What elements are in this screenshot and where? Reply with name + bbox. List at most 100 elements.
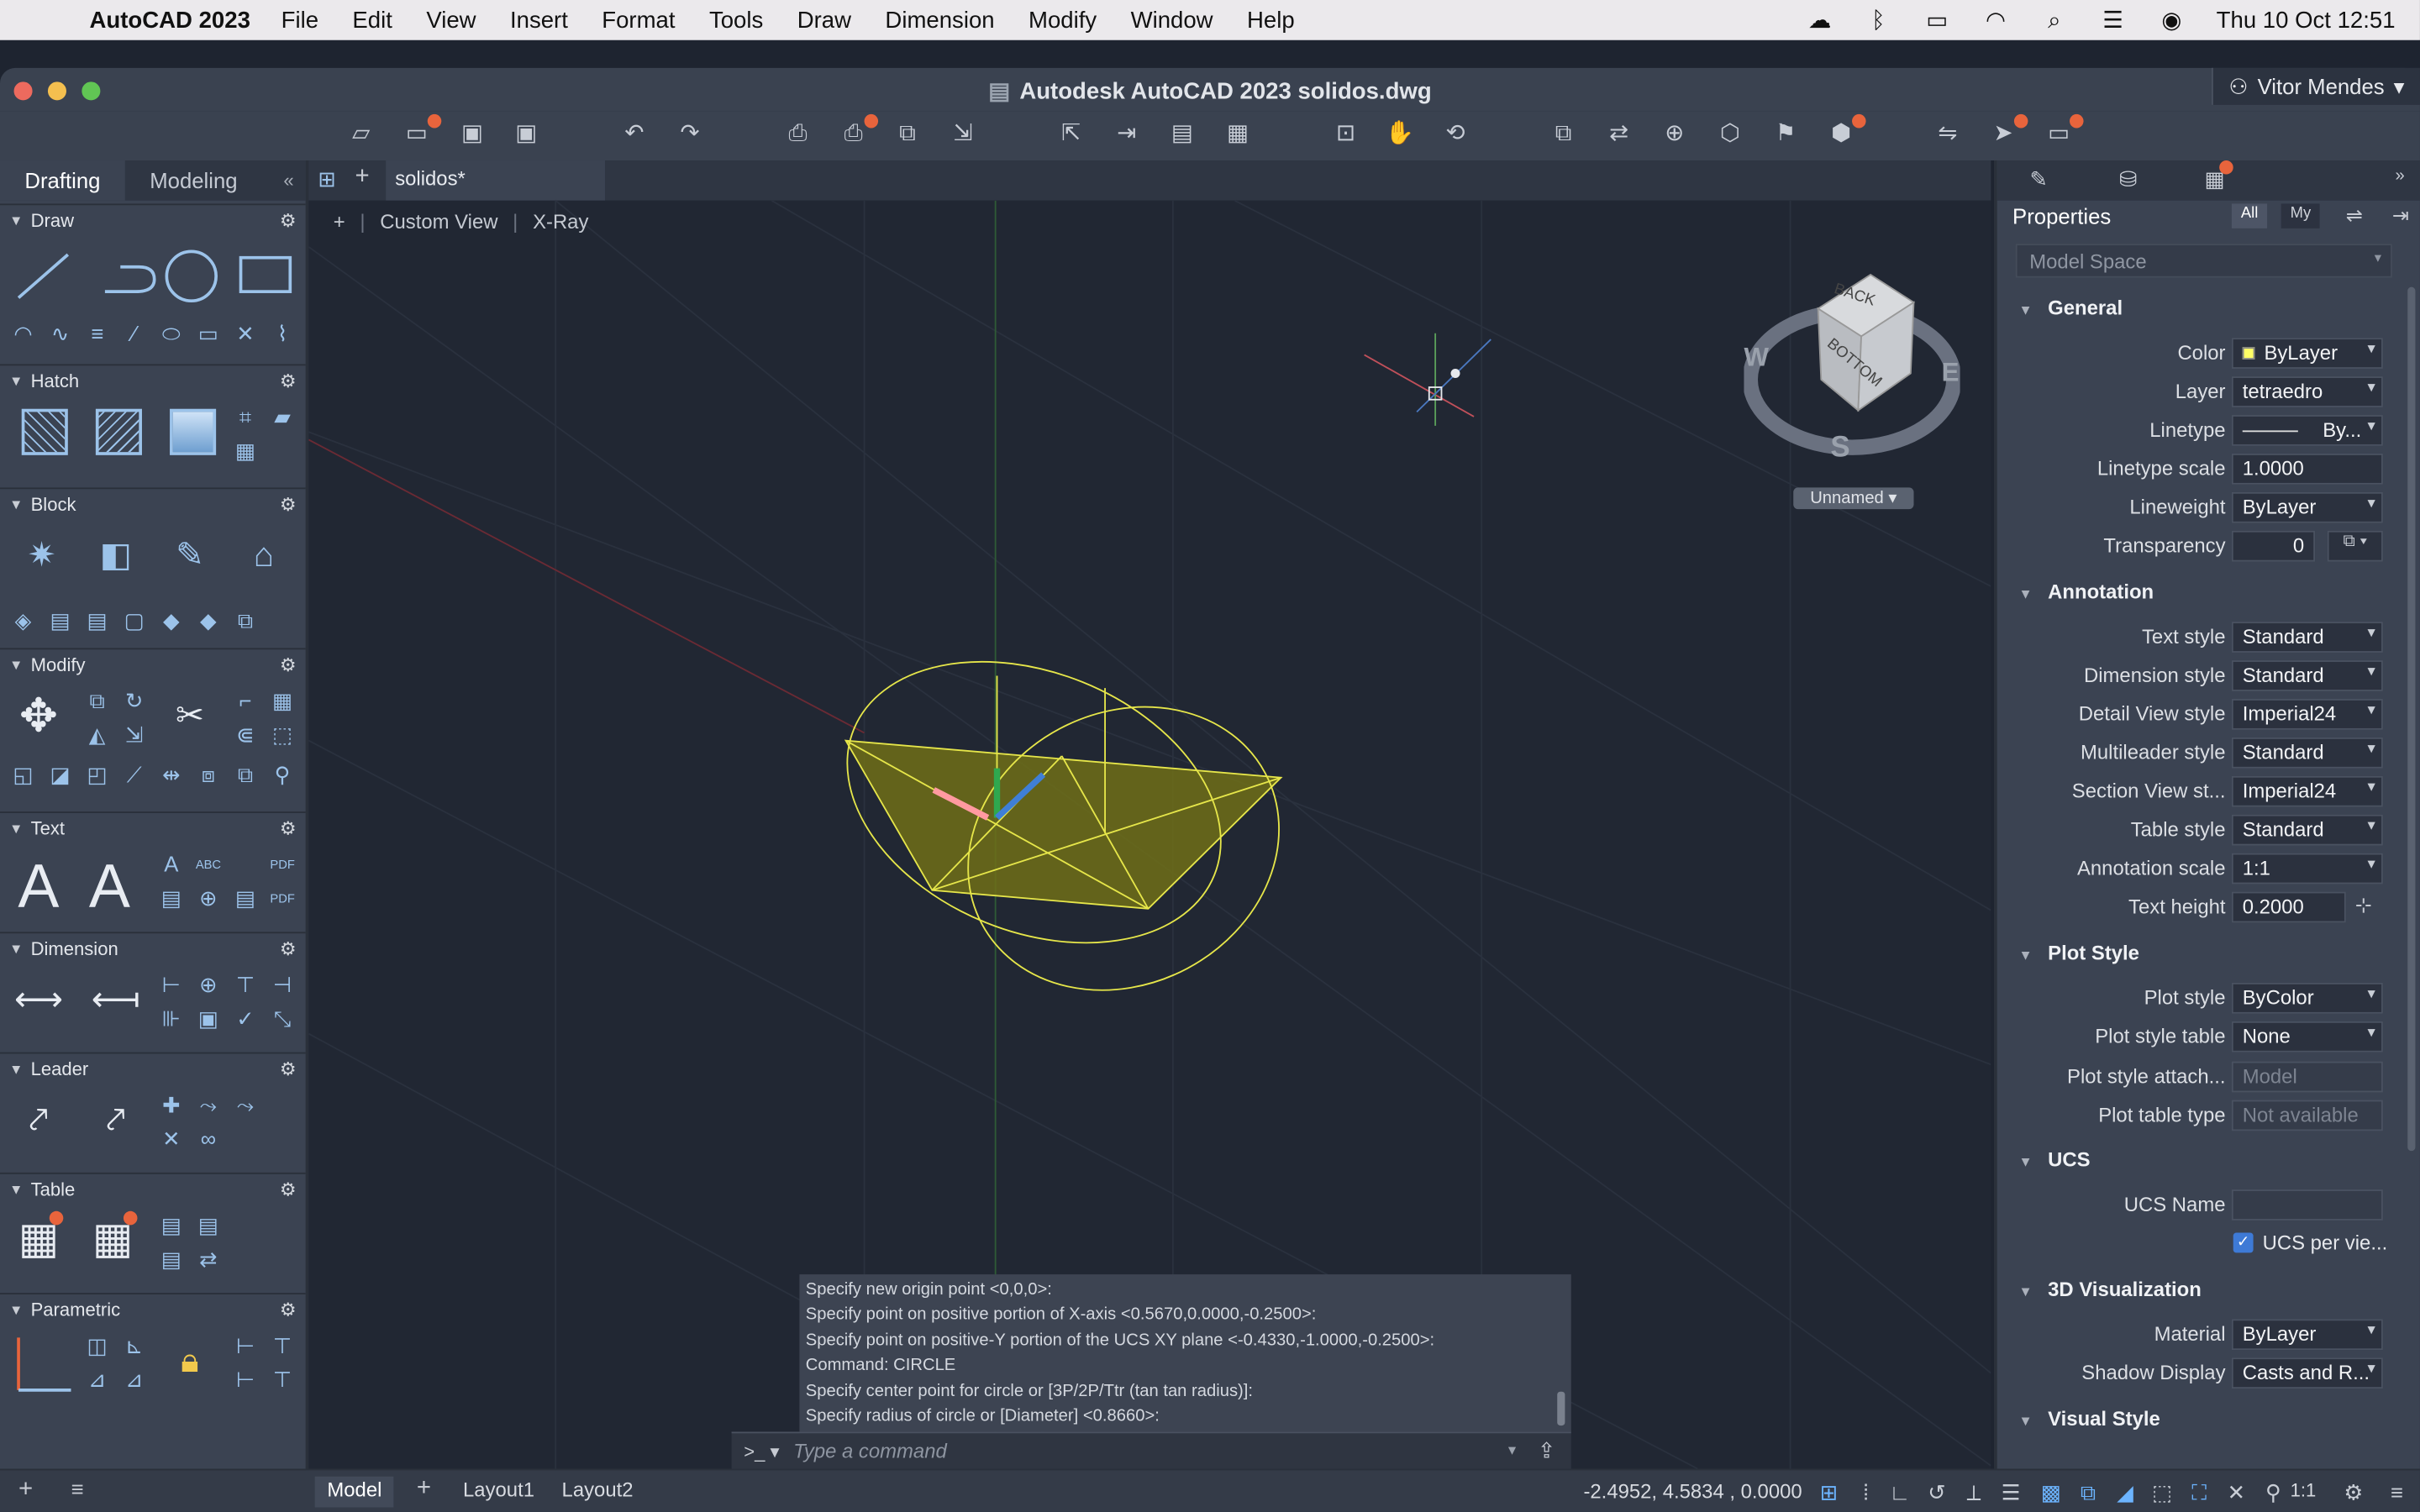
group-general[interactable]: ▼ General (2018, 297, 2123, 320)
properties-scrollbar[interactable] (2407, 286, 2416, 1152)
command-input[interactable]: Type a command (793, 1440, 1508, 1463)
group-annotation[interactable]: ▼ Annotation (2018, 580, 2154, 604)
quick-select-icon[interactable]: ⇌ (2346, 203, 2363, 228)
export-icon[interactable]: ⇥ (1111, 120, 1142, 148)
pick-height-icon[interactable]: ⊹ (2355, 893, 2372, 917)
layout-menu-icon[interactable]: ≡ (71, 1477, 83, 1501)
constraint-6-icon[interactable]: ⊤ (269, 1331, 297, 1359)
block-tool-6-icon[interactable]: ◆ (194, 606, 222, 634)
block-tool-5-icon[interactable]: ◆ (157, 606, 185, 634)
app-menu[interactable]: AutoCAD 2023 (90, 7, 250, 33)
annotation-scale-select[interactable]: 1:1 (2231, 853, 2383, 885)
auto-constrain-icon[interactable] (13, 1335, 74, 1396)
document-tab[interactable]: solidos* (386, 160, 605, 201)
color-select[interactable]: ByLayer (2231, 338, 2383, 369)
xref-icon[interactable]: ⊕ (1659, 120, 1690, 148)
annotation-scale-status[interactable]: 1:1 (2291, 1479, 2317, 1501)
dim-oblique-icon[interactable]: ⤡ (269, 1005, 297, 1032)
boundary-hatch-tool-icon[interactable] (95, 408, 142, 455)
web-icon[interactable]: ▭ (2044, 113, 2084, 148)
polar-tracking-icon[interactable]: ↺ (1923, 1478, 1951, 1506)
zoom-window-icon[interactable]: ⊡ (1330, 120, 1361, 148)
gear-icon[interactable]: ⚙ (280, 1058, 297, 1080)
text-style-icon[interactable]: A (89, 853, 130, 921)
share-icon[interactable]: ⇪ (1538, 1438, 1556, 1464)
section-header-modify[interactable]: ▼ Modify ⚙ (0, 649, 306, 680)
section-header-block[interactable]: ▼ Block ⚙ (0, 489, 306, 520)
table-style-select[interactable]: Standard (2231, 814, 2383, 846)
ray-tool-icon[interactable]: ⁄ (120, 319, 148, 347)
command-prompt-icon[interactable]: >_ ▾ (732, 1441, 793, 1462)
render-icon[interactable]: ⬢ (1826, 113, 1866, 148)
constraint-7-icon[interactable]: ⊢ (232, 1365, 260, 1393)
coordinate-readout[interactable]: -2.4952, 4.5834 , 0.0000 (1583, 1479, 1802, 1503)
section-header-hatch[interactable]: ▼ Hatch ⚙ (0, 365, 306, 396)
dim-radius-icon[interactable]: ⊕ (194, 970, 222, 998)
chevron-down-icon[interactable]: ▾ (1508, 1442, 1516, 1459)
lineweight-icon[interactable]: ☰ (1997, 1478, 2025, 1506)
dimension-style-icon[interactable]: ⟻ (92, 979, 140, 1020)
gizmo-icon[interactable]: ✕ (2223, 1478, 2250, 1506)
send-icon[interactable]: ➤ (1988, 113, 2028, 148)
save-as-icon[interactable]: ▣ (511, 120, 542, 148)
offset-tool-icon[interactable]: ⋐ (232, 721, 260, 748)
section-header-draw[interactable]: ▼ Draw ⚙ (0, 205, 306, 236)
block-tool-2-icon[interactable]: ▤ (46, 606, 74, 634)
align-tool-icon[interactable]: ⧉ (232, 760, 260, 788)
dim-check-icon[interactable]: ✓ (232, 1005, 260, 1032)
data-extraction-icon[interactable]: ▤ (194, 1211, 222, 1239)
tab-drafting[interactable]: Drafting (0, 160, 125, 201)
layer-properties-icon[interactable]: ⧉ (1548, 120, 1579, 148)
rotate-tool-icon[interactable]: ↻ (120, 686, 148, 714)
detail-view-style-select[interactable]: Imperial24 (2231, 699, 2383, 730)
gear-icon[interactable]: ⚙ (280, 494, 297, 516)
text-scale-icon[interactable]: ⊕ (194, 884, 222, 911)
orbit-icon[interactable]: ⟲ (1440, 120, 1471, 148)
gradient-tool-icon[interactable] (170, 408, 217, 455)
dim-linear-icon[interactable]: ⊢ (157, 970, 185, 998)
group-ucs[interactable]: ▼ UCS (2018, 1148, 2090, 1172)
filter-my-button[interactable]: My (2281, 203, 2321, 228)
linetype-scale-input[interactable]: 1.0000 (2231, 453, 2383, 485)
open-file-icon[interactable]: ▭ (402, 113, 442, 148)
single-line-text-icon[interactable]: A (157, 850, 185, 878)
modify-tool-1-icon[interactable]: ◱ (9, 760, 37, 788)
dim-tolerance-icon[interactable]: ▣ (194, 1005, 222, 1032)
region-tool-icon[interactable]: ▭ (194, 319, 222, 347)
edit-block-icon[interactable]: ✎ (170, 535, 210, 575)
text-align-icon[interactable]: ▤ (232, 884, 260, 911)
search-icon[interactable]: ⌕ (2040, 7, 2068, 33)
compass-west[interactable]: W (1744, 343, 1768, 374)
block-tool-4-icon[interactable]: ▢ (120, 606, 148, 634)
menu-file[interactable]: File (281, 7, 318, 33)
gear-icon[interactable]: ⚙ (280, 1179, 297, 1200)
collect-leader-icon[interactable]: ⤳ (232, 1091, 260, 1119)
section-header-leader[interactable]: ▼ Leader ⚙ (0, 1053, 306, 1084)
table-download-icon[interactable]: ▤ (157, 1245, 185, 1273)
start-tab-icon[interactable]: ⊞ (318, 166, 336, 192)
export-pdf-icon[interactable]: ⇲ (948, 120, 979, 148)
menu-dimension[interactable]: Dimension (885, 7, 994, 33)
pdf-text-icon[interactable]: PDF (269, 884, 297, 911)
selection-scope-select[interactable]: Model Space ▾ (2015, 244, 2392, 278)
plot-icon[interactable]: ⎙ (782, 120, 813, 148)
viewport-menu[interactable]: + (334, 210, 345, 234)
bluetooth-icon[interactable]: ᛒ (1865, 7, 1892, 33)
add-leader-icon[interactable]: ✚ (157, 1091, 185, 1119)
spell-check-icon[interactable]: ABC (194, 850, 222, 878)
constraint-1-icon[interactable]: ◫ (83, 1331, 111, 1359)
trim-tool-icon[interactable]: ✕ (232, 319, 260, 347)
pdf-import-icon[interactable]: PDF (269, 850, 297, 878)
compass-south[interactable]: S (1830, 432, 1849, 465)
select-objects-icon[interactable]: ⇥ (2392, 203, 2409, 228)
3d-box-tool-icon[interactable]: ⬚ (269, 721, 297, 748)
menu-insert[interactable]: Insert (510, 7, 568, 33)
workspace-icon[interactable]: ⚙ (2339, 1478, 2367, 1506)
table-upload-icon[interactable]: ⇄ (194, 1245, 222, 1273)
block-tool-3-icon[interactable]: ▤ (83, 606, 111, 634)
compass-east[interactable]: E (1942, 358, 1960, 389)
ucs-name-input[interactable] (2231, 1189, 2383, 1221)
copy-tool-icon[interactable]: ⧉ (83, 686, 111, 714)
hatch-lines-tool-icon[interactable]: ≡ (83, 319, 111, 347)
array-tool-icon[interactable]: ▦ (269, 686, 297, 714)
